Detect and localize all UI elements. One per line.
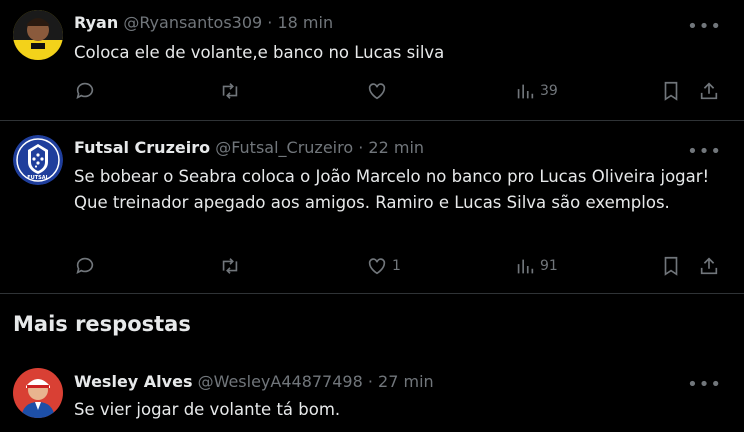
tweet-header: Ryan @Ryansantos309 · 18 min (74, 13, 333, 32)
view-count: 39 (540, 83, 558, 99)
reply-tweet[interactable]: FUTSAL Futsal Cruzeiro @Futsal_Cruzeiro … (0, 121, 744, 294)
more-options-icon[interactable]: ••• (687, 143, 722, 161)
separator: · (358, 138, 364, 157)
analytics-icon (517, 259, 534, 274)
retweet-button[interactable] (219, 255, 241, 277)
more-options-icon[interactable]: ••• (687, 18, 722, 36)
heart-icon (368, 83, 386, 100)
section-title: Mais respostas (13, 312, 191, 336)
like-button[interactable]: 1 (366, 255, 401, 277)
views-button[interactable]: 91 (514, 255, 558, 277)
bookmark-icon (664, 256, 678, 276)
retweet-icon (222, 258, 238, 274)
reply-tweet[interactable]: Wesley Alves @WesleyA44877498 · 27 min •… (0, 356, 744, 432)
tweet-text: Coloca ele de volante,e banco no Lucas s… (74, 43, 445, 62)
tweet-text: Se vier jogar de volante tá bom. (74, 400, 341, 419)
action-bar: 39 (74, 80, 724, 104)
author-name[interactable]: Futsal Cruzeiro (74, 138, 210, 157)
share-button[interactable] (698, 255, 720, 277)
share-icon (700, 82, 718, 100)
separator: · (367, 372, 373, 391)
author-name[interactable]: Wesley Alves (74, 372, 192, 391)
reply-icon (76, 82, 94, 99)
timestamp[interactable]: 22 min (368, 138, 424, 157)
avatar-label: FUTSAL (27, 175, 49, 181)
action-bar: 1 91 (74, 255, 724, 279)
tweet-header: Futsal Cruzeiro @Futsal_Cruzeiro · 22 mi… (74, 138, 424, 157)
bookmark-icon (664, 81, 678, 101)
author-handle[interactable]: @Ryansantos309 (123, 13, 262, 32)
reply-button[interactable] (74, 255, 96, 277)
analytics-icon (517, 84, 534, 99)
separator: · (267, 13, 273, 32)
views-button[interactable]: 39 (514, 80, 558, 102)
reply-icon (76, 257, 94, 274)
timestamp[interactable]: 27 min (378, 372, 434, 391)
reply-tweet[interactable]: Ryan @Ryansantos309 · 18 min ••• Coloca … (0, 0, 744, 121)
retweet-icon (222, 83, 238, 99)
avatar[interactable] (13, 10, 63, 60)
timestamp[interactable]: 18 min (277, 13, 333, 32)
author-handle[interactable]: @Futsal_Cruzeiro (215, 138, 353, 157)
tweet-text: Se bobear o Seabra coloca o João Marcelo… (74, 167, 710, 212)
bookmark-button[interactable] (660, 255, 682, 277)
share-button[interactable] (698, 80, 720, 102)
reply-button[interactable] (74, 80, 96, 102)
avatar[interactable] (13, 368, 63, 418)
author-handle[interactable]: @WesleyA44877498 (198, 372, 363, 391)
view-count: 91 (540, 258, 558, 274)
heart-icon (368, 258, 386, 275)
more-options-icon[interactable]: ••• (687, 376, 722, 394)
like-count: 1 (392, 258, 401, 274)
share-icon (700, 257, 718, 275)
tweet-header: Wesley Alves @WesleyA44877498 · 27 min (74, 372, 434, 391)
like-button[interactable] (366, 80, 392, 102)
bookmark-button[interactable] (660, 80, 682, 102)
retweet-button[interactable] (219, 80, 241, 102)
author-name[interactable]: Ryan (74, 13, 118, 32)
avatar[interactable]: FUTSAL (13, 135, 63, 185)
